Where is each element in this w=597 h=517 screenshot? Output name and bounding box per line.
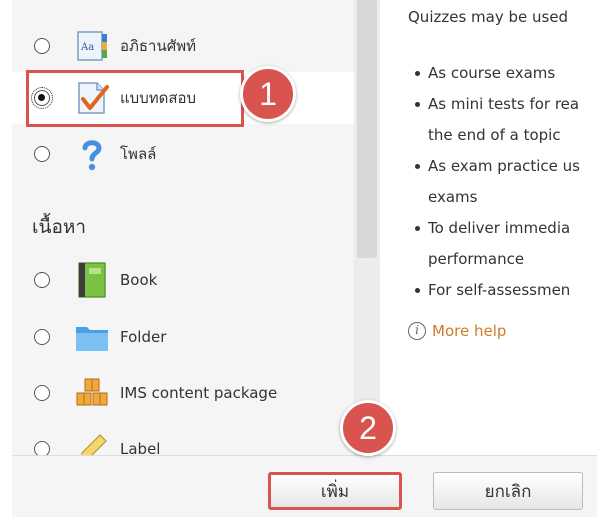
step-1-badge: 1 bbox=[240, 66, 296, 122]
info-icon: i bbox=[408, 322, 426, 340]
poll-radio[interactable] bbox=[34, 146, 50, 162]
folder-icon bbox=[74, 319, 110, 355]
label-label: Label bbox=[120, 440, 161, 455]
help-intro-text: Quizzes may be used bbox=[408, 8, 569, 26]
help-bullet-list: As course exams As mini tests for rea th… bbox=[408, 58, 597, 306]
ims-package-radio[interactable] bbox=[34, 385, 50, 401]
dialog-footer: เพิ่ม ยกเลิก bbox=[12, 455, 597, 517]
list-scrollbar-thumb[interactable] bbox=[357, 0, 377, 258]
label-radio[interactable] bbox=[34, 441, 50, 455]
ims-package-icon bbox=[74, 375, 110, 411]
help-panel: Quizzes may be used As course exams As m… bbox=[380, 0, 597, 455]
help-bullet: For self-assessmen bbox=[408, 275, 597, 306]
resource-item-book[interactable]: Book bbox=[12, 254, 354, 306]
activity-chooser-list: Aa อภิธานศัพท์ แบบทดสอบ โพลล์ เนื้อหา Bo… bbox=[12, 0, 354, 455]
cancel-button[interactable]: ยกเลิก bbox=[433, 472, 583, 510]
glossary-icon: Aa bbox=[74, 28, 110, 64]
resources-heading: เนื้อหา bbox=[32, 216, 87, 238]
glossary-label: อภิธานศัพท์ bbox=[120, 37, 197, 55]
more-help-label: More help bbox=[432, 322, 507, 340]
list-scrollbar[interactable] bbox=[354, 0, 380, 455]
help-bullet: As course exams bbox=[408, 58, 597, 89]
resource-item-folder[interactable]: Folder bbox=[12, 311, 354, 363]
help-bullet: As exam practice us exams bbox=[408, 151, 597, 213]
book-label: Book bbox=[120, 271, 158, 289]
resource-item-label[interactable]: Label bbox=[12, 423, 354, 455]
poll-label: โพลล์ bbox=[120, 145, 157, 163]
add-button[interactable]: เพิ่ม bbox=[268, 472, 402, 510]
activity-item-poll[interactable]: โพลล์ bbox=[12, 128, 354, 180]
more-help-link[interactable]: i More help bbox=[408, 322, 506, 340]
resource-item-ims-package[interactable]: IMS content package bbox=[12, 367, 354, 419]
folder-label: Folder bbox=[120, 328, 167, 346]
label-pencil-icon bbox=[74, 431, 110, 455]
help-bullet: As mini tests for rea the end of a topic bbox=[408, 89, 597, 151]
folder-radio[interactable] bbox=[34, 329, 50, 345]
ims-package-label: IMS content package bbox=[120, 384, 278, 402]
poll-question-icon bbox=[74, 136, 110, 172]
book-icon bbox=[74, 262, 110, 298]
activity-item-glossary[interactable]: Aa อภิธานศัพท์ bbox=[12, 20, 354, 72]
step-2-badge: 2 bbox=[340, 400, 396, 456]
book-radio[interactable] bbox=[34, 272, 50, 288]
quiz-highlight-box bbox=[26, 70, 244, 127]
glossary-radio[interactable] bbox=[34, 38, 50, 54]
help-bullet: To deliver immedia performance bbox=[408, 213, 597, 275]
svg-text:Aa: Aa bbox=[80, 42, 94, 53]
